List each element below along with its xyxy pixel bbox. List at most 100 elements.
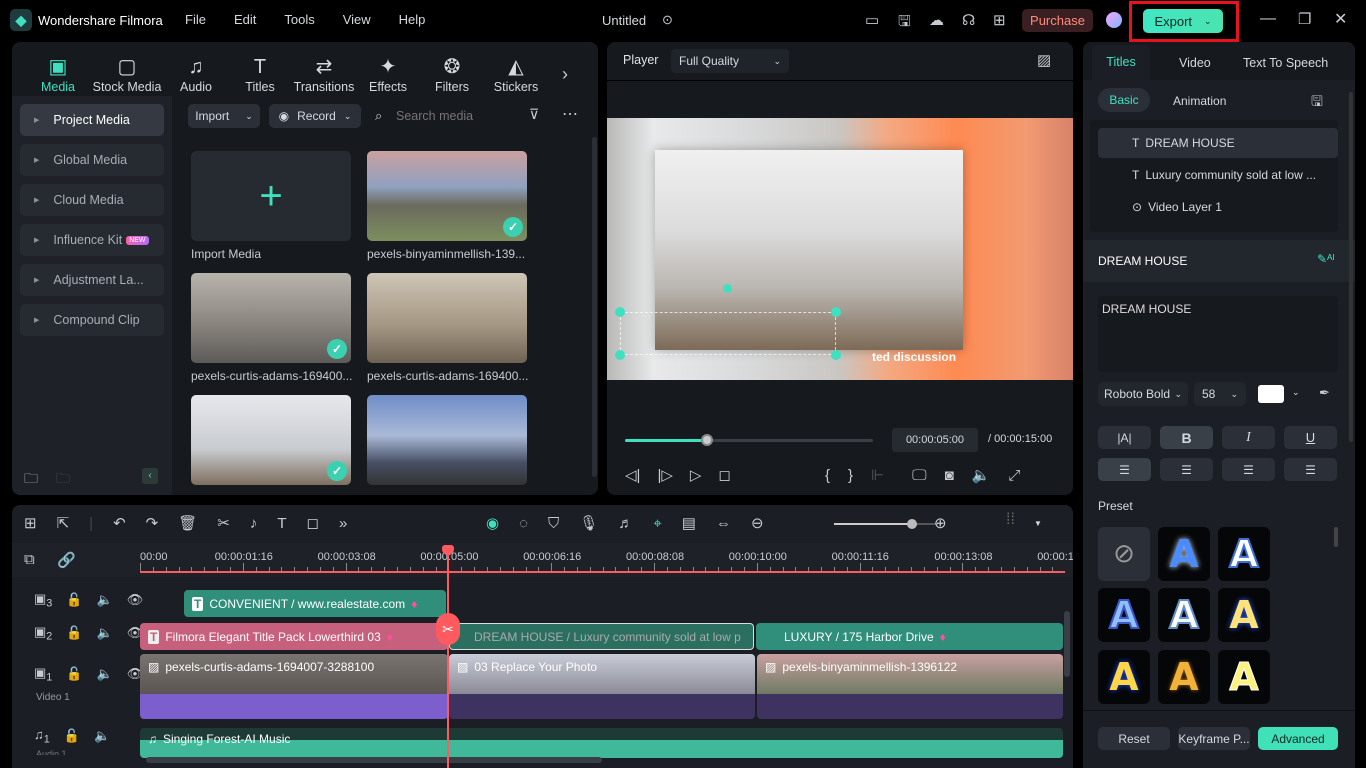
- tab-transitions[interactable]: ⇄ Transitions: [292, 54, 356, 94]
- tab-text-to-speech[interactable]: Text To Speech: [1243, 56, 1328, 70]
- text-selection-box[interactable]: [620, 312, 836, 355]
- menu-view[interactable]: View: [343, 12, 371, 27]
- preset-style[interactable]: A: [1098, 588, 1150, 642]
- avatar[interactable]: [1106, 12, 1122, 28]
- eyedropper-icon[interactable]: ✒: [1319, 385, 1330, 401]
- advanced-button[interactable]: Advanced: [1258, 727, 1338, 750]
- menu-file[interactable]: File: [185, 12, 206, 27]
- play-back-icon[interactable]: |▷: [657, 466, 672, 484]
- subtab-basic[interactable]: Basic: [1098, 88, 1150, 112]
- preset-style[interactable]: A: [1218, 588, 1270, 642]
- stop-icon[interactable]: ◻: [718, 466, 730, 484]
- sidebar-item-global-media[interactable]: ▶ Global Media: [20, 144, 164, 176]
- menu-tools[interactable]: Tools: [284, 12, 314, 27]
- chevron-down-icon[interactable]: ▼: [1034, 519, 1042, 528]
- title-clip-dream-house[interactable]: DREAM HOUSE / Luxury community sold at l…: [449, 623, 754, 650]
- previous-frame-icon[interactable]: ◁|: [625, 466, 640, 484]
- font-size-dropdown[interactable]: 58 ⌄: [1194, 382, 1246, 406]
- timeline-vertical-scrollbar[interactable]: [1064, 611, 1070, 677]
- layer-item-dream-house[interactable]: T DREAM HOUSE: [1098, 128, 1338, 158]
- mark-in-icon[interactable]: {: [825, 467, 830, 484]
- media-scrollbar[interactable]: [592, 137, 597, 477]
- audio-clip[interactable]: ♫ Singing Forest-AI Music: [140, 728, 1063, 758]
- media-item-kitchen[interactable]: ✓: [191, 395, 351, 485]
- sidebar-item-compound-clip[interactable]: ▶ Compound Clip: [20, 304, 164, 336]
- title-clip-convenient[interactable]: T CONVENIENT / www.realestate.com ♦: [184, 590, 446, 617]
- insert-icon[interactable]: ⊩: [871, 466, 884, 484]
- rotate-handle[interactable]: [723, 284, 732, 293]
- tab-video[interactable]: Video: [1179, 56, 1211, 70]
- menu-edit[interactable]: Edit: [234, 12, 256, 27]
- preset-none[interactable]: ⊘: [1098, 527, 1150, 581]
- mute-icon[interactable]: 🔈: [94, 728, 110, 744]
- sidebar-item-adjustment-layer[interactable]: ▶ Adjustment La...: [20, 264, 164, 296]
- align-left-button[interactable]: ☰: [1098, 458, 1151, 481]
- render-preview-icon[interactable]: ◌: [519, 515, 528, 532]
- close-icon[interactable]: ✕: [1334, 9, 1347, 29]
- minimize-icon[interactable]: —: [1260, 10, 1276, 28]
- split-scissors-button[interactable]: ✂: [436, 613, 460, 645]
- zoom-in-icon[interactable]: ⊕: [934, 514, 947, 532]
- preset-style[interactable]: A: [1158, 527, 1210, 581]
- bold-button[interactable]: B: [1160, 426, 1213, 449]
- title-clip-lowerthird[interactable]: T Filmora Elegant Title Pack Lowerthird 0…: [140, 623, 448, 650]
- record-dropdown[interactable]: ◉ Record ⌄: [269, 104, 361, 128]
- layer-item-video[interactable]: ⊙ Video Layer 1: [1098, 192, 1338, 222]
- video-preview[interactable]: ted discussion: [607, 118, 1073, 380]
- zoom-slider[interactable]: [834, 519, 938, 529]
- support-headset-icon[interactable]: ☊: [962, 11, 975, 29]
- save-icon[interactable]: 🖫: [898, 11, 911, 36]
- lock-icon[interactable]: 🔓: [66, 592, 82, 608]
- ai-write-icon[interactable]: ✎ᴬᴵ: [1317, 252, 1335, 266]
- tab-stickers[interactable]: ◭ Stickers: [484, 54, 548, 94]
- text-tool-icon[interactable]: T: [277, 515, 286, 532]
- ai-robot-icon[interactable]: ◉: [486, 514, 499, 532]
- playhead[interactable]: [447, 549, 449, 768]
- import-media-tile[interactable]: +: [191, 151, 351, 241]
- marker-icon[interactable]: ⛉: [548, 515, 559, 532]
- preset-style[interactable]: A: [1218, 527, 1270, 581]
- redo-icon[interactable]: ↷: [146, 514, 159, 532]
- audio-edit-icon[interactable]: ♪: [250, 515, 258, 532]
- sidebar-item-project-media[interactable]: ▶ Project Media: [20, 104, 164, 136]
- underline-button[interactable]: U: [1284, 426, 1337, 449]
- media-item-house-2[interactable]: [367, 395, 527, 485]
- tab-stock-media[interactable]: ▢ Stock Media: [90, 54, 164, 94]
- mark-out-icon[interactable]: }: [848, 467, 853, 484]
- display-icon[interactable]: 🖵: [912, 467, 926, 484]
- save-preset-icon[interactable]: 🖫: [1311, 91, 1323, 115]
- font-color-swatch[interactable]: [1258, 385, 1284, 403]
- layout-grid-icon[interactable]: ⊞: [24, 514, 37, 532]
- media-item-bedroom[interactable]: ✓: [191, 273, 351, 363]
- font-dropdown[interactable]: Roboto Bold ⌄: [1098, 382, 1188, 406]
- italic-button[interactable]: I: [1222, 426, 1275, 449]
- layout-icon[interactable]: ▭: [865, 11, 879, 29]
- delete-icon[interactable]: 🗑: [178, 514, 197, 532]
- lock-icon[interactable]: 🔓: [66, 666, 82, 682]
- purchase-button[interactable]: Purchase: [1022, 9, 1093, 32]
- video-clip-house[interactable]: ▨ pexels-binyaminmellish-1396122: [757, 654, 1063, 719]
- tab-audio[interactable]: ♫ Audio: [164, 54, 228, 94]
- playback-progress-track[interactable]: [625, 434, 873, 446]
- video-clip-bedroom[interactable]: ▨ pexels-curtis-adams-1694007-3288100: [140, 654, 448, 719]
- search-media-input[interactable]: [396, 105, 526, 127]
- track-layout-icon[interactable]: ⁞⁞: [1006, 511, 1015, 529]
- layer-item-luxury[interactable]: T Luxury community sold at low ...: [1098, 160, 1338, 190]
- title-text-input[interactable]: DREAM HOUSE: [1098, 296, 1338, 372]
- fullscreen-icon[interactable]: ⤢: [1008, 467, 1020, 484]
- filter-icon[interactable]: ⊽: [529, 106, 539, 123]
- microphone-icon[interactable]: 🎙: [579, 514, 598, 532]
- export-button[interactable]: Export ⌄: [1143, 9, 1223, 33]
- current-time-field[interactable]: 00:00:05:00: [892, 428, 978, 452]
- visibility-icon[interactable]: 👁: [127, 592, 144, 608]
- resize-handle[interactable]: [615, 307, 625, 317]
- more-tools-icon[interactable]: »: [339, 515, 347, 532]
- chevron-right-icon[interactable]: ›: [562, 64, 568, 85]
- quality-dropdown[interactable]: Full Quality ⌄: [671, 49, 789, 73]
- zoom-slider-knob[interactable]: [907, 519, 917, 529]
- playhead-knob[interactable]: [700, 434, 713, 446]
- timeline-horizontal-scrollbar[interactable]: [146, 757, 602, 763]
- video-clip-kitchen[interactable]: ▨ 03 Replace Your Photo: [449, 654, 755, 719]
- mute-icon[interactable]: 🔈: [97, 592, 113, 608]
- add-track-icon[interactable]: ⧉: [24, 551, 35, 568]
